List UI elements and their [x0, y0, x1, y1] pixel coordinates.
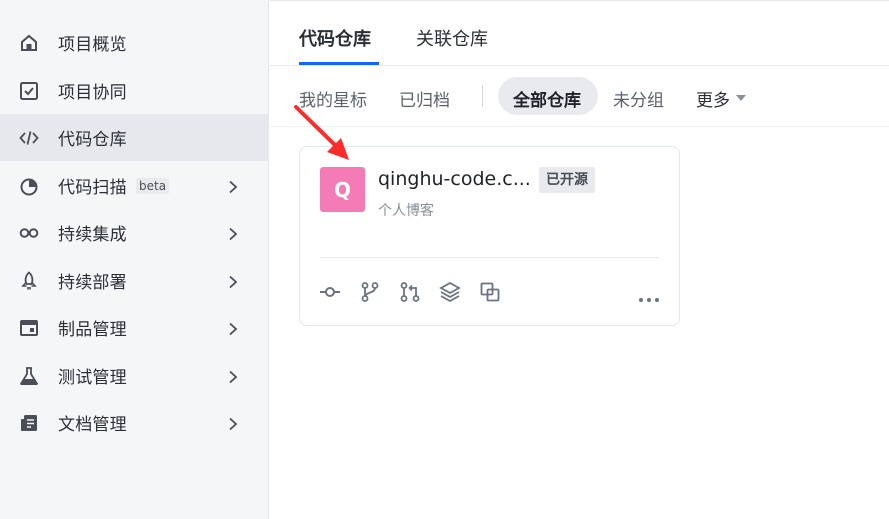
filter-all[interactable]: 全部仓库: [513, 86, 581, 111]
infinity-icon: [19, 223, 39, 243]
merge-request-icon[interactable]: [399, 281, 421, 303]
chevron-right-icon: [227, 369, 239, 384]
chevron-right-icon: [227, 274, 239, 289]
layers-icon[interactable]: [439, 281, 461, 303]
chevron-right-icon: [227, 321, 239, 336]
caret-down-icon[interactable]: [736, 95, 746, 101]
sidebar-item-label: 项目协同: [58, 83, 127, 103]
chevron-right-icon: [227, 179, 239, 194]
filter-ungrouped[interactable]: 未分组: [613, 86, 664, 111]
sidebar: 项目概览 项目协同 代码仓库 代码扫描 beta 持续集成 持续部署 制品管理 …: [0, 0, 269, 519]
chevron-right-icon: [227, 416, 239, 431]
sidebar-item-testing[interactable]: 测试管理: [0, 352, 269, 399]
top-border: [270, 0, 889, 6]
sidebar-item-code-scan[interactable]: 代码扫描 beta: [0, 162, 269, 209]
sidebar-item-label: 持续集成: [58, 225, 127, 245]
chevron-right-icon: [227, 226, 239, 241]
sidebar-item-label: 文档管理: [58, 415, 127, 435]
repo-avatar[interactable]: Q: [320, 167, 365, 212]
filter-more[interactable]: 更多: [696, 86, 730, 111]
sidebar-item-collaboration[interactable]: 项目协同: [0, 67, 269, 114]
package-icon: [19, 318, 39, 338]
copy-icon[interactable]: [479, 281, 501, 303]
filter-divider: [482, 85, 483, 107]
flask-icon: [19, 366, 39, 386]
sidebar-item-label: 代码扫描: [58, 178, 127, 198]
sidebar-item-ci[interactable]: 持续集成: [0, 209, 269, 256]
sidebar-item-label: 代码仓库: [58, 130, 127, 150]
code-icon: [19, 128, 39, 148]
sidebar-item-docs[interactable]: 文档管理: [0, 399, 269, 446]
sidebar-item-label: 测试管理: [58, 368, 127, 388]
repo-description: 个人博客: [378, 203, 434, 219]
open-source-badge: 已开源: [539, 167, 595, 193]
repo-name-link[interactable]: qinghu-code.c...: [378, 168, 531, 190]
rocket-icon: [19, 271, 39, 291]
checkbox-icon: [19, 81, 39, 101]
sidebar-item-cd[interactable]: 持续部署: [0, 257, 269, 304]
scan-icon: [19, 176, 39, 196]
sidebar-item-code-repo[interactable]: 代码仓库: [0, 114, 269, 161]
sidebar-item-artifacts[interactable]: 制品管理: [0, 304, 269, 351]
more-options-icon[interactable]: [638, 288, 660, 302]
branch-icon[interactable]: [359, 281, 381, 303]
tab-linked-repo[interactable]: 关联仓库: [416, 25, 488, 51]
sidebar-item-label: 制品管理: [58, 320, 127, 340]
sidebar-item-label: 持续部署: [58, 273, 127, 293]
beta-badge: beta: [136, 178, 170, 194]
filter-archived[interactable]: 已归档: [399, 86, 450, 111]
tab-code-repo[interactable]: 代码仓库: [299, 25, 371, 51]
card-divider: [320, 257, 659, 258]
active-tab-indicator: [299, 62, 379, 65]
sidebar-item-label: 项目概览: [58, 35, 127, 55]
home-icon: [19, 33, 39, 53]
sidebar-item-overview[interactable]: 项目概览: [0, 19, 269, 66]
document-icon: [19, 413, 39, 433]
commit-icon[interactable]: [319, 281, 341, 303]
annotation-arrow-icon: [294, 105, 349, 160]
